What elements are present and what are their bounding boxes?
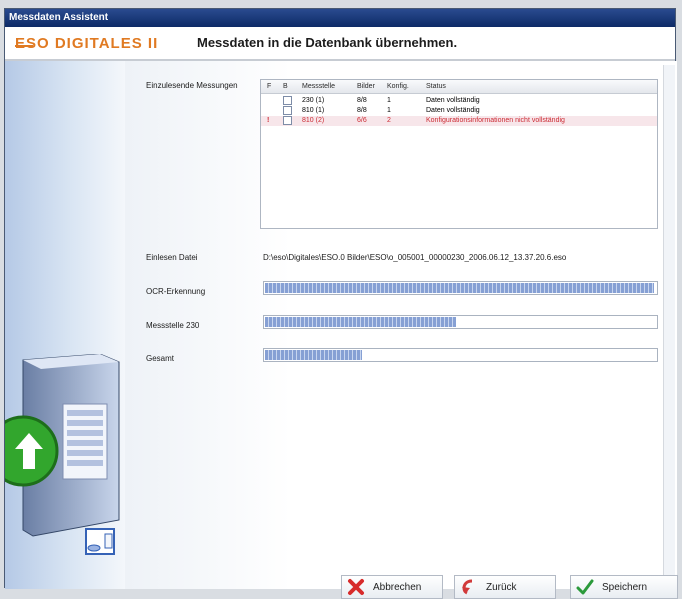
brand-accent-rule (15, 45, 33, 47)
row-status: Daten vollständig (426, 97, 480, 104)
measurements-table: F B Messstelle Bilder Konfig. Status 230… (260, 79, 658, 229)
cancel-button[interactable]: Abbrechen (341, 575, 443, 599)
station-progress (263, 315, 658, 329)
total-progress-fill (265, 350, 362, 360)
column-status: Status (426, 83, 446, 90)
column-f: F (267, 83, 272, 90)
checkmark-icon (576, 579, 594, 595)
green-arrow-icon (5, 415, 59, 487)
total-label: Gesamt (146, 354, 175, 363)
back-icon (462, 579, 473, 595)
row-status: Konfigurationsinformationen nicht vollst… (426, 117, 565, 124)
table-row[interactable]: 230 (1) 8/8 1 Daten vollständig (261, 96, 657, 106)
row-messstelle: 230 (1) (302, 97, 325, 104)
table-row-error[interactable]: ! 810 (2) 6/6 2 Konfigurationsinformatio… (261, 116, 657, 126)
ocr-label: OCR-Erkennung (146, 287, 206, 296)
right-scroll-rail[interactable] (663, 65, 675, 589)
save-button[interactable]: Speichern (570, 575, 678, 599)
column-bilder: Bilder (357, 83, 375, 90)
row-konfig: 1 (387, 97, 391, 104)
row-konfig: 1 (387, 107, 391, 114)
row-bilder: 6/6 (357, 117, 367, 124)
row-checkbox[interactable] (283, 96, 292, 105)
table-row[interactable]: 810 (1) 8/8 1 Daten vollständig (261, 106, 657, 116)
measurements-label: Einzulesende Messungen (146, 81, 238, 90)
total-progress (263, 348, 658, 362)
column-b: B (283, 83, 288, 90)
back-button[interactable]: Zurück (454, 575, 556, 599)
cancel-icon (348, 579, 364, 595)
row-messstelle: 810 (2) (302, 117, 325, 124)
row-konfig: 2 (387, 117, 391, 124)
row-bilder: 8/8 (357, 97, 367, 104)
wizard-window: Messdaten Assistent ESO DIGITALES II Mes… (4, 8, 678, 599)
column-messstelle: Messstelle (302, 83, 336, 90)
cancel-label: Abbrechen (373, 581, 422, 593)
window-title: Messdaten Assistent (9, 12, 109, 23)
brand-text: ESO DIGITALES II (15, 35, 159, 52)
column-konfig: Konfig. (387, 83, 409, 90)
row-bilder: 8/8 (357, 107, 367, 114)
row-checkbox[interactable] (283, 116, 292, 125)
row-messstelle: 810 (1) (302, 107, 325, 114)
wizard-heading: Messdaten in die Datenbank übernehmen. (197, 35, 458, 50)
station-label: Messstelle 230 (146, 321, 200, 330)
row-flag: ! (267, 117, 270, 124)
file-label: Einlesen Datei (146, 253, 198, 262)
ocr-progress (263, 281, 658, 295)
window-titlebar: Messdaten Assistent (5, 9, 675, 27)
row-checkbox[interactable] (283, 106, 292, 115)
brand-bar: ESO DIGITALES II Messdaten in die Datenb… (5, 27, 675, 61)
save-label: Speichern (602, 581, 648, 593)
row-status: Daten vollständig (426, 107, 480, 114)
brand-logo: ESO DIGITALES II (15, 35, 193, 55)
file-path: D:\eso\Digitales\ESO.0 Bilder\ESO\o_0050… (263, 253, 567, 262)
back-label: Zurück (486, 581, 517, 593)
station-progress-fill (265, 317, 456, 327)
database-icon (85, 528, 115, 555)
table-header: F B Messstelle Bilder Konfig. Status (261, 80, 657, 94)
ocr-progress-fill (265, 283, 654, 293)
